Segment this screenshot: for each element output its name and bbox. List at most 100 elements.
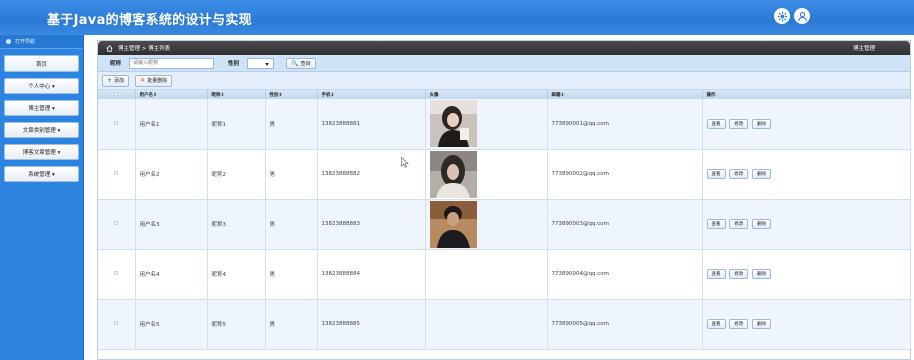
close-icon: ✕ <box>140 77 146 84</box>
breadcrumb: 博主管理 > 博主列表 博主管理 <box>98 41 910 55</box>
username-cell: 用户名3 <box>135 199 208 250</box>
column-header-username[interactable]: 用户名⇕ <box>135 90 208 99</box>
actions-cell: 查看 修改 删除 <box>702 299 911 350</box>
table-row: 用户名2 昵称2 男 13823888882 773890002@qq.com … <box>98 149 911 200</box>
nickname-cell: 昵称5 <box>207 299 266 350</box>
table-row: 用户名3 昵称3 男 13823888883 773890003@qq.com … <box>98 199 911 250</box>
view-button[interactable]: 查看 <box>706 118 726 129</box>
table-row: 用户名5 昵称5 男 13823888885 773890005@qq.com … <box>98 299 911 350</box>
nickname-search-input[interactable] <box>129 57 215 69</box>
row-select-cell[interactable] <box>98 249 136 300</box>
gender-cell: 男 <box>265 149 318 200</box>
view-button[interactable]: 查看 <box>706 169 726 179</box>
nickname-cell: 昵称3 <box>207 199 266 250</box>
edit-button[interactable]: 修改 <box>729 269 749 279</box>
column-header-nickname[interactable]: 昵称⇕ <box>207 90 266 99</box>
row-select-cell[interactable] <box>98 99 136 150</box>
select-all-header[interactable] <box>98 90 136 99</box>
nav-toggle[interactable]: 打开导航 <box>0 35 83 49</box>
add-button-label: 添加 <box>114 78 125 84</box>
edit-button[interactable]: 修改 <box>729 118 749 129</box>
phone-cell: 13823888883 <box>317 199 426 250</box>
email-cell: 773890002@qq.com <box>547 149 703 200</box>
nav-title: 打开导航 <box>15 39 36 45</box>
username-cell: 用户名4 <box>135 249 208 300</box>
sidebar-item-category-management[interactable]: 文章类别管理 ▾ <box>4 122 79 138</box>
nickname-cell: 昵称2 <box>207 149 266 200</box>
app-header: 基于Java的博客系统的设计与实现 <box>0 0 914 35</box>
query-button[interactable]: 🔍 查询 <box>286 57 316 69</box>
delete-button[interactable]: 删除 <box>752 219 771 229</box>
row-checkbox[interactable] <box>114 171 119 175</box>
phone-cell: 13823888885 <box>317 299 426 350</box>
delete-button[interactable]: 删除 <box>752 269 771 279</box>
avatar-photo <box>429 200 477 248</box>
actions-cell: 查看 修改 删除 <box>702 199 911 250</box>
edit-button[interactable]: 修改 <box>729 219 749 229</box>
phone-cell: 13823888884 <box>317 249 426 300</box>
home-icon[interactable] <box>106 44 113 52</box>
email-cell: 773890005@qq.com <box>547 299 703 350</box>
select-all-checkbox[interactable] <box>114 91 119 96</box>
delete-button[interactable]: 删除 <box>752 169 771 179</box>
batch-delete-button[interactable]: ✕ 批量删除 <box>135 74 173 87</box>
gender-cell: 男 <box>265 99 318 150</box>
gender-select[interactable] <box>247 57 275 69</box>
column-header-gender[interactable]: 性别⇕ <box>265 90 318 99</box>
row-checkbox[interactable] <box>114 321 119 325</box>
gender-cell: 男 <box>265 199 318 250</box>
gender-label: 性别 <box>228 61 240 67</box>
email-cell: 773890001@qq.com <box>547 99 703 150</box>
username-cell: 用户名2 <box>135 149 208 200</box>
row-checkbox[interactable] <box>114 221 119 225</box>
gender-cell: 男 <box>265 299 318 350</box>
edit-button[interactable]: 修改 <box>729 319 749 329</box>
avatar-cell <box>425 149 548 200</box>
sidebar-item-personal-center[interactable]: 个人中心 ▾ <box>4 78 79 94</box>
breadcrumb-path: 博主管理 > 博主列表 <box>118 46 171 52</box>
row-checkbox[interactable] <box>114 120 119 125</box>
actions-cell: 查看 修改 删除 <box>702 249 911 300</box>
add-button[interactable]: + 添加 <box>102 74 130 87</box>
search-icon: 🔍 <box>291 59 299 67</box>
delete-button[interactable]: 删除 <box>752 118 771 129</box>
plus-icon: + <box>107 77 113 84</box>
table-row: 用户名4 昵称4 男 13823888884 773890004@qq.com … <box>98 249 911 300</box>
row-select-cell[interactable] <box>98 299 136 350</box>
sidebar-item-home[interactable]: 首页 <box>4 55 79 72</box>
sidebar-item-article-management[interactable]: 博客文章管理 ▾ <box>4 144 79 160</box>
edit-button[interactable]: 修改 <box>729 169 749 179</box>
column-header-actions: 操作 <box>702 90 911 99</box>
main-panel: 博主管理 > 博主列表 博主管理 昵称 性别 🔍 查询 + 添加 ✕ 批量删除 … <box>97 40 911 360</box>
phone-cell: 13823888881 <box>317 99 426 150</box>
toolbar: + 添加 ✕ 批量删除 <box>98 72 910 90</box>
row-checkbox[interactable] <box>114 271 119 275</box>
view-button[interactable]: 查看 <box>706 319 726 329</box>
app-title: 基于Java的博客系统的设计与实现 <box>47 13 252 28</box>
sidebar-item-system-management[interactable]: 系统管理 ▾ <box>4 166 79 182</box>
avatar-photo <box>429 100 477 148</box>
actions-cell: 查看 修改 删除 <box>702 99 911 150</box>
sidebar-menu: 首页 个人中心 ▾ 博主管理 ▾ 文章类别管理 ▾ 博客文章管理 ▾ 系统管理 … <box>0 49 83 182</box>
sidebar-item-blogger-management[interactable]: 博主管理 ▾ <box>4 100 79 116</box>
column-header-email[interactable]: 邮箱⇕ <box>547 90 703 99</box>
view-button[interactable]: 查看 <box>706 219 726 229</box>
avatar-cell <box>425 299 548 350</box>
column-header-phone[interactable]: 手机⇕ <box>317 90 426 99</box>
breadcrumb-right-label: 博主管理 <box>852 46 875 52</box>
row-select-cell[interactable] <box>98 149 136 200</box>
view-button[interactable]: 查看 <box>706 269 726 279</box>
email-cell: 773890003@qq.com <box>547 199 703 250</box>
mouse-cursor-icon <box>401 157 409 168</box>
search-bar: 昵称 性别 🔍 查询 <box>98 55 910 72</box>
sidebar: 打开导航 首页 个人中心 ▾ 博主管理 ▾ 文章类别管理 ▾ 博客文章管理 ▾ … <box>0 35 84 360</box>
username-cell: 用户名5 <box>135 299 208 350</box>
nickname-label: 昵称 <box>110 61 122 67</box>
user-icon[interactable] <box>794 8 810 24</box>
query-button-label: 查询 <box>300 60 311 67</box>
actions-cell: 查看 修改 删除 <box>702 149 911 200</box>
settings-icon[interactable] <box>774 8 790 24</box>
delete-button[interactable]: 删除 <box>752 319 771 329</box>
batch-delete-button-label: 批量删除 <box>147 78 168 84</box>
row-select-cell[interactable] <box>98 199 136 250</box>
